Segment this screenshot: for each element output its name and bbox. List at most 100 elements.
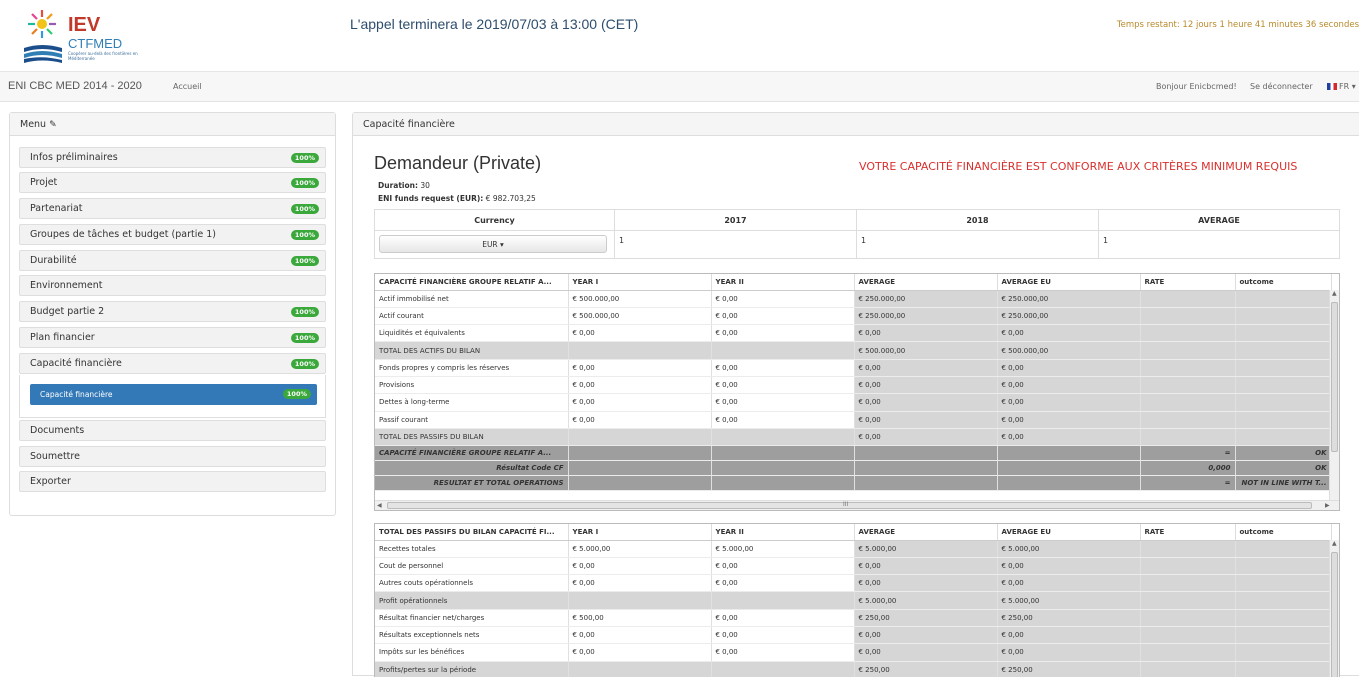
horizontal-scrollbar[interactable]: III ◀ ▶	[375, 500, 1339, 510]
column-header[interactable]: RATE	[1140, 274, 1236, 291]
menu-item-4[interactable]: Durabilité 100%	[19, 250, 326, 271]
table-cell[interactable]: € 0,00	[711, 393, 855, 412]
summary-cell: CAPACITÉ FINANCIÈRE GROUPE RELATIF A...	[375, 445, 569, 462]
rate-2017-input[interactable]: 1	[614, 230, 857, 259]
table-cell[interactable]: € 0,00	[711, 643, 855, 662]
table-cell[interactable]: € 0,00	[568, 359, 712, 377]
menu-item-label: Partenariat	[30, 203, 83, 214]
column-header[interactable]: AVERAGE EU	[997, 274, 1141, 291]
menu-item-label: Infos préliminaires	[30, 152, 118, 163]
table-cell: Provisions	[375, 376, 569, 395]
summary-cell: RESULTAT ET TOTAL OPERATIONS	[375, 475, 569, 492]
menu-item-1[interactable]: Projet 100%	[19, 172, 326, 193]
progress-badge: 100%	[290, 256, 319, 266]
language-selector[interactable]: FR ▾	[1327, 82, 1356, 91]
table-cell[interactable]: € 0,00	[568, 643, 712, 662]
summary-cell	[568, 475, 712, 492]
scroll-left-icon[interactable]: ◀	[377, 502, 382, 509]
table-cell[interactable]: € 0,00	[568, 557, 712, 576]
menu-item-7[interactable]: Plan financier 100%	[19, 327, 326, 348]
table-cell[interactable]: € 0,00	[568, 324, 712, 343]
scroll-right-icon[interactable]: ▶	[1325, 502, 1330, 509]
menu-item-2[interactable]: Partenariat 100%	[19, 198, 326, 219]
menu-item-9[interactable]: Documents	[19, 420, 326, 441]
column-header[interactable]: YEAR I	[568, 274, 712, 291]
table-cell[interactable]: € 0,00	[568, 574, 712, 593]
table-cell	[1140, 609, 1236, 627]
table-cell: € 0,00	[854, 626, 998, 645]
column-header[interactable]: outcome	[1235, 274, 1332, 291]
table-cell	[1235, 393, 1332, 412]
scrollbar-thumb[interactable]	[1331, 552, 1338, 677]
menu-item-6[interactable]: Budget partie 2 100%	[19, 301, 326, 322]
table-cell[interactable]: € 5.000,00	[568, 540, 712, 558]
column-header[interactable]: AVERAGE	[854, 524, 998, 541]
menu-item-11[interactable]: Exporter	[19, 471, 326, 492]
scroll-up-icon[interactable]: ▲	[1332, 540, 1337, 547]
scroll-up-icon[interactable]: ▲	[1332, 290, 1337, 297]
table-cell: Passif courant	[375, 411, 569, 429]
table-cell[interactable]: € 0,00	[711, 557, 855, 576]
currency-dropdown[interactable]: EUR ▾	[379, 235, 607, 253]
table-cell	[1140, 393, 1236, 412]
column-header[interactable]: RATE	[1140, 524, 1236, 541]
table-cell	[568, 341, 712, 360]
menu-item-5[interactable]: Environnement	[19, 275, 326, 296]
logout-link[interactable]: Se déconnecter	[1250, 82, 1313, 91]
column-header[interactable]: CAPACITÉ FINANCIÈRE GROUPE RELATIF A...	[375, 274, 569, 291]
year-2017-header: 2017	[614, 209, 857, 231]
column-header[interactable]: outcome	[1235, 524, 1332, 541]
table-cell[interactable]: € 0,00	[711, 411, 855, 429]
top-header: IEV CTFMED Coopérer au-delà des frontièr…	[0, 0, 1359, 72]
table-cell: € 0,00	[854, 359, 998, 377]
table-cell	[711, 428, 855, 447]
column-header[interactable]: AVERAGE	[854, 274, 998, 291]
table-cell[interactable]: € 0,00	[711, 609, 855, 627]
currency-cell: EUR ▾	[374, 230, 615, 259]
table-cell[interactable]: € 0,00	[711, 324, 855, 343]
menu-item-0[interactable]: Infos préliminaires 100%	[19, 147, 326, 168]
table-row: Recettes totales € 5.000,00 € 5.000,00 € 5.…	[375, 540, 1332, 558]
home-link[interactable]: Accueil	[173, 82, 202, 91]
table-cell[interactable]: € 0,00	[711, 626, 855, 645]
table-cell: € 250,00	[854, 661, 998, 677]
table-cell	[1235, 428, 1332, 447]
table-cell[interactable]: € 5.000,00	[711, 540, 855, 558]
table-cell	[1140, 643, 1236, 662]
logo-subtitle: CTFMED	[68, 36, 123, 51]
table-cell[interactable]: € 0,00	[568, 393, 712, 412]
table-cell[interactable]: € 0,00	[568, 411, 712, 429]
grid1-table: CAPACITÉ FINANCIÈRE GROUPE RELATIF A... Y…	[375, 274, 1332, 492]
column-header[interactable]: YEAR II	[711, 274, 855, 291]
table-cell	[1235, 609, 1332, 627]
table-cell[interactable]: € 0,00	[711, 290, 855, 308]
vertical-scrollbar[interactable]: ▲	[1329, 290, 1339, 500]
menu-item-10[interactable]: Soumettre	[19, 446, 326, 467]
table-cell[interactable]: € 500.000,00	[568, 307, 712, 326]
menu-item-8[interactable]: Capacité financière 100%	[19, 353, 326, 374]
table-cell[interactable]: € 0,00	[711, 574, 855, 593]
table-cell[interactable]: € 0,00	[568, 626, 712, 645]
submenu-item-capacite-financiere[interactable]: Capacité financière 100%	[30, 384, 317, 405]
column-header[interactable]: AVERAGE EU	[997, 524, 1141, 541]
scrollbar-thumb[interactable]	[1331, 302, 1338, 452]
table-cell[interactable]: € 0,00	[711, 307, 855, 326]
column-header[interactable]: YEAR II	[711, 524, 855, 541]
column-header[interactable]: YEAR I	[568, 524, 712, 541]
scrollbar-thumb[interactable]: III	[387, 501, 1312, 509]
summary-cell	[854, 460, 998, 477]
table-cell[interactable]: € 0,00	[711, 376, 855, 395]
table-cell	[1140, 359, 1236, 377]
table-cell: € 0,00	[997, 359, 1141, 377]
vertical-scrollbar[interactable]: ▲	[1329, 540, 1339, 677]
table-cell[interactable]: € 0,00	[711, 359, 855, 377]
rate-2018-input[interactable]: 1	[856, 230, 1099, 259]
table-cell[interactable]: € 0,00	[568, 376, 712, 395]
brand-link[interactable]: ENI CBC MED 2014 - 2020	[8, 80, 142, 92]
table-cell[interactable]: € 500,00	[568, 609, 712, 627]
column-header[interactable]: TOTAL DES PASSIFS DU BILAN CAPACITÉ FI..…	[375, 524, 569, 541]
sun-logo-icon	[24, 10, 62, 63]
table-cell[interactable]: € 500.000,00	[568, 290, 712, 308]
table-row: Fonds propres y compris les réserves € 0,…	[375, 359, 1332, 377]
menu-item-3[interactable]: Groupes de tâches et budget (partie 1) 10…	[19, 224, 326, 245]
